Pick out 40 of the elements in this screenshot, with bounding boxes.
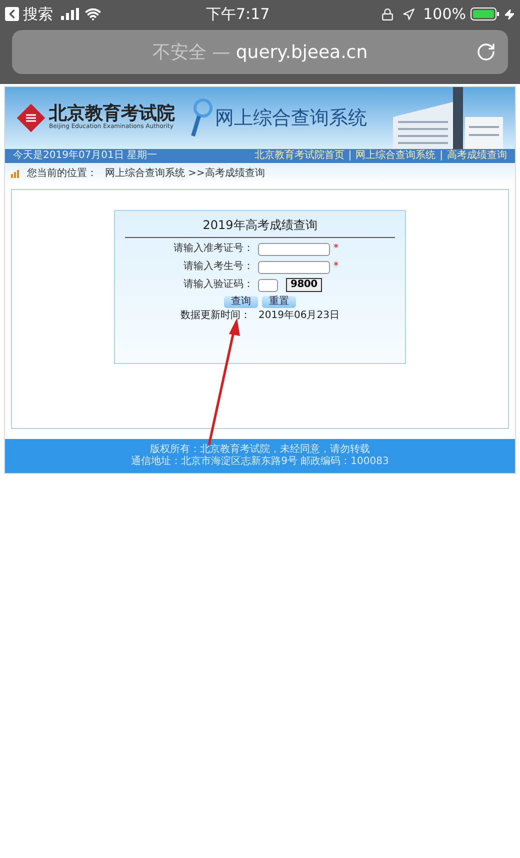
nav-link[interactable]: 网上综合查询系统 <box>356 151 436 161</box>
battery-icon <box>470 7 500 21</box>
nav-separator: | <box>440 151 443 161</box>
required-mark: * <box>334 262 338 272</box>
system-title: 网上综合查询系统 <box>215 106 367 131</box>
nav-link[interactable]: 北京教育考试院首页 <box>254 151 344 161</box>
captcha-field[interactable] <box>258 278 278 292</box>
form-button[interactable]: 重置 <box>262 296 296 308</box>
breadcrumb-path: 网上综合查询系统 >>高考成绩查询 <box>105 169 265 179</box>
reload-icon[interactable] <box>476 42 496 62</box>
wifi-icon <box>85 6 101 22</box>
input-field[interactable] <box>258 260 330 274</box>
charging-icon <box>504 8 515 20</box>
captcha-image: 9800 <box>286 278 322 292</box>
footer-text: 版权所有：北京教育考试院，未经同意，请勿转载 <box>150 445 370 455</box>
breadcrumb-label: 您当前的位置： <box>27 169 97 179</box>
input-field[interactable] <box>258 242 330 256</box>
magnifier-drawing <box>191 98 213 138</box>
update-date: 2019年06月23日 <box>258 311 340 321</box>
nav-link[interactable]: 高考成绩查询 <box>447 151 507 161</box>
address-bar[interactable]: 不安全 — query.bjeea.cn <box>12 30 508 74</box>
clock: 下午7:17 <box>206 4 270 25</box>
update-label: 数据更新时间： <box>180 311 251 321</box>
footer-text: 通信地址：北京市海淀区志新东路9号 邮政编码：100083 <box>131 457 389 467</box>
signal-icon <box>61 8 81 20</box>
bar-chart-icon <box>11 170 19 178</box>
location-icon <box>402 8 416 20</box>
battery-percent: 100% <box>423 4 466 25</box>
back-icon[interactable] <box>5 7 19 21</box>
logo-title: 北京教育考试院 <box>49 105 175 124</box>
url-text: 不安全 — query.bjeea.cn <box>152 40 368 64</box>
back-label[interactable]: 搜索 <box>23 2 53 26</box>
nav-separator: | <box>348 151 352 161</box>
required-mark: * <box>334 244 338 254</box>
card-title: 2019年高考成绩查询 <box>202 217 318 234</box>
field-label: 请输入考生号： <box>182 262 254 272</box>
date-text: 今天是2019年07月01日 星期一 <box>13 151 158 161</box>
field-label: 请输入准考证号： <box>172 244 254 254</box>
form-button[interactable]: 查询 <box>224 296 258 308</box>
field-label: 请输入验证码： <box>182 280 254 290</box>
